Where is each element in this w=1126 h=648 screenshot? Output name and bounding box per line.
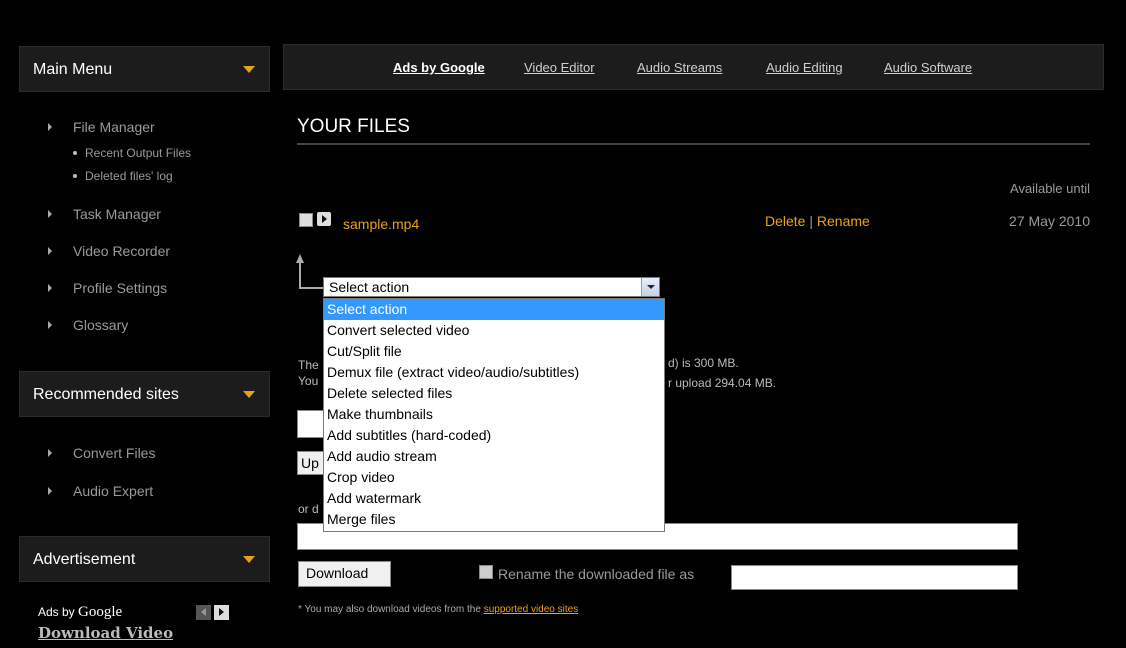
- option-merge-files[interactable]: Merge files: [324, 509, 664, 530]
- delete-link[interactable]: Delete: [765, 213, 805, 229]
- file-name-link[interactable]: sample.mp4: [343, 216, 419, 232]
- triangle-down-icon[interactable]: [243, 391, 255, 398]
- option-make-thumbnails[interactable]: Make thumbnails: [324, 404, 664, 425]
- ads-by-google-link[interactable]: Ads by Google: [393, 60, 485, 75]
- option-convert-video[interactable]: Convert selected video: [324, 320, 664, 341]
- connector-line: [299, 262, 301, 288]
- prev-arrow-icon[interactable]: [196, 605, 211, 620]
- sidebar-item-glossary[interactable]: Glossary: [48, 317, 128, 333]
- dropdown-arrow-icon[interactable]: [641, 278, 659, 296]
- action-dropdown-list: Select action Convert selected video Cut…: [323, 298, 665, 532]
- available-until-header: Available until: [1010, 181, 1090, 196]
- info-text-start-2: You: [298, 374, 319, 388]
- rename-link[interactable]: Rename: [817, 213, 870, 229]
- action-select[interactable]: Select action: [323, 277, 660, 297]
- sidebar-item-file-manager[interactable]: File Manager: [48, 119, 155, 135]
- nav-link-video-editor[interactable]: Video Editor: [524, 60, 595, 75]
- option-delete-files[interactable]: Delete selected files: [324, 383, 664, 404]
- separator: |: [809, 213, 813, 229]
- sidebar-item-audio-expert[interactable]: Audio Expert: [48, 483, 153, 499]
- info-text-end-2: r upload 294.04 MB.: [668, 376, 777, 390]
- arrow-right-icon: [48, 449, 52, 457]
- option-add-subtitles[interactable]: Add subtitles (hard-coded): [324, 425, 664, 446]
- file-checkbox[interactable]: [299, 213, 313, 227]
- arrow-right-icon: [48, 284, 52, 292]
- rename-label: Rename the downloaded file as: [498, 566, 695, 582]
- play-icon[interactable]: [317, 212, 331, 226]
- option-add-audio-stream[interactable]: Add audio stream: [324, 446, 664, 467]
- recommended-sites-header[interactable]: Recommended sites: [19, 371, 270, 417]
- top-navigation: Ads by Google Video Editor Audio Streams…: [283, 44, 1104, 90]
- info-text-end-1: d) is 300 MB.: [668, 356, 739, 370]
- option-select-action[interactable]: Select action: [324, 299, 664, 320]
- bullet-icon: [73, 150, 77, 155]
- sidebar-item-profile-settings[interactable]: Profile Settings: [48, 280, 167, 296]
- option-crop-video[interactable]: Crop video: [324, 467, 664, 488]
- footnote: * You may also download videos from the …: [298, 604, 579, 615]
- file-actions: Delete | Rename: [765, 213, 870, 229]
- option-cut-split[interactable]: Cut/Split file: [324, 341, 664, 362]
- arrow-right-icon: [48, 247, 52, 255]
- main-menu-title: Main Menu: [33, 61, 113, 78]
- file-expiry-date: 27 May 2010: [1009, 213, 1090, 229]
- arrow-right-icon: [48, 123, 52, 131]
- triangle-down-icon[interactable]: [243, 66, 255, 73]
- option-demux[interactable]: Demux file (extract video/audio/subtitle…: [324, 362, 664, 383]
- nav-link-audio-editing[interactable]: Audio Editing: [766, 60, 843, 75]
- or-download-text: or d: [298, 502, 319, 516]
- sidebar-item-video-recorder[interactable]: Video Recorder: [48, 243, 170, 259]
- arrow-right-icon: [48, 210, 52, 218]
- arrow-right-icon: [48, 321, 52, 329]
- nav-link-audio-streams[interactable]: Audio Streams: [637, 60, 722, 75]
- advertisement-header[interactable]: Advertisement: [19, 536, 270, 582]
- google-logo: Google: [78, 604, 123, 620]
- sidebar-subitem-deleted-log[interactable]: Deleted files' log: [73, 169, 173, 183]
- download-button[interactable]: Download: [298, 561, 391, 587]
- supported-sites-link[interactable]: supported video sites: [484, 604, 579, 615]
- sidebar-subitem-recent-output[interactable]: Recent Output Files: [73, 146, 191, 160]
- page-title: YOUR FILES: [297, 116, 410, 137]
- main-menu-header[interactable]: Main Menu: [19, 46, 270, 92]
- info-text-start-1: The: [298, 358, 319, 372]
- sidebar-item-convert-files[interactable]: Convert Files: [48, 445, 155, 461]
- arrow-right-icon: [48, 487, 52, 495]
- recommended-sites-title: Recommended sites: [33, 386, 179, 403]
- bullet-icon: [73, 173, 77, 178]
- nav-link-audio-software[interactable]: Audio Software: [884, 60, 972, 75]
- rename-input[interactable]: [731, 565, 1018, 590]
- title-divider: [297, 143, 1090, 145]
- rename-checkbox[interactable]: [479, 565, 493, 579]
- ads-by-google-label[interactable]: Ads by Google: [38, 604, 122, 621]
- download-video-link[interactable]: Download Video: [38, 624, 173, 642]
- advertisement-title: Advertisement: [33, 551, 136, 568]
- next-arrow-icon[interactable]: [214, 605, 229, 620]
- triangle-down-icon[interactable]: [243, 556, 255, 563]
- connector-line: [299, 287, 323, 289]
- option-add-watermark[interactable]: Add watermark: [324, 488, 664, 509]
- sidebar-item-task-manager[interactable]: Task Manager: [48, 206, 161, 222]
